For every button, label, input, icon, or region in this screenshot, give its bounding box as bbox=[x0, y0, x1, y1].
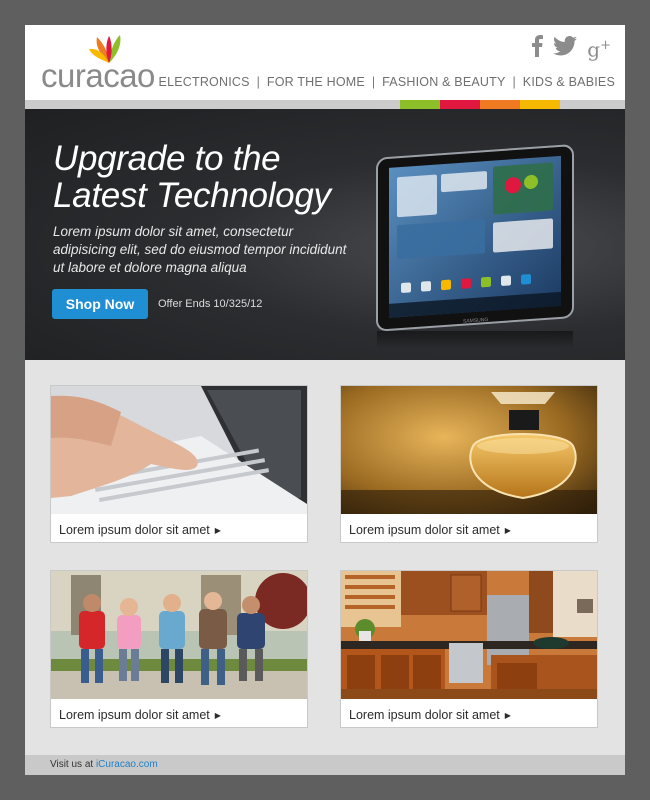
arrow-right-icon: ▶ bbox=[214, 711, 221, 720]
stripe-green bbox=[400, 100, 440, 109]
brand-logo[interactable]: curacao bbox=[41, 33, 176, 95]
kitchen-image bbox=[341, 571, 597, 699]
stripe-orange bbox=[480, 100, 520, 109]
nav-item-kids-babies[interactable]: KIDS & BABIES bbox=[523, 75, 615, 89]
arrow-right-icon: ▶ bbox=[504, 526, 511, 535]
email-container: curacao g+ ELECTRONICS | FOR THE HOME | … bbox=[25, 25, 625, 775]
arrow-right-icon: ▶ bbox=[214, 526, 221, 535]
card-caption[interactable]: Lorem ipsum dolor sit amet ▶ bbox=[59, 523, 221, 537]
card-caption-text: Lorem ipsum dolor sit amet bbox=[59, 523, 210, 537]
footer: Visit us at iCuracao.com bbox=[25, 755, 625, 775]
footer-prefix: Visit us at bbox=[50, 759, 94, 770]
card-caption-text: Lorem ipsum dolor sit amet bbox=[349, 708, 500, 722]
google-plus-icon[interactable]: g+ bbox=[587, 35, 611, 61]
hero-title: Upgrade to the Latest Technology bbox=[53, 140, 373, 214]
card-caption[interactable]: Lorem ipsum dolor sit amet ▶ bbox=[349, 708, 511, 722]
card-caption[interactable]: Lorem ipsum dolor sit amet ▶ bbox=[349, 523, 511, 537]
product-card-perfume[interactable]: Lorem ipsum dolor sit amet ▶ bbox=[340, 385, 598, 543]
nav-separator: | bbox=[512, 75, 516, 89]
stripe-red bbox=[440, 100, 480, 109]
hero-description: Lorem ipsum dolor sit amet, consectetur … bbox=[53, 224, 347, 275]
hero-title-line-2: Latest Technology bbox=[53, 176, 331, 215]
footer-website-link[interactable]: iCuracao.com bbox=[96, 759, 158, 770]
kids-image bbox=[51, 571, 307, 699]
social-links: g+ bbox=[531, 34, 611, 62]
tablet-image[interactable]: SAMSUNG bbox=[373, 131, 577, 349]
color-stripe bbox=[25, 100, 625, 109]
arrow-right-icon: ▶ bbox=[504, 711, 511, 720]
card-caption-text: Lorem ipsum dolor sit amet bbox=[59, 708, 210, 722]
nav-item-electronics[interactable]: ELECTRONICS bbox=[159, 75, 250, 89]
product-card-kids[interactable]: Lorem ipsum dolor sit amet ▶ bbox=[50, 570, 308, 728]
twitter-icon[interactable] bbox=[553, 35, 578, 61]
facebook-icon[interactable] bbox=[531, 34, 544, 62]
product-card-kitchen[interactable]: Lorem ipsum dolor sit amet ▶ bbox=[340, 570, 598, 728]
hero-banner: Upgrade to the Latest Technology Lorem i… bbox=[25, 109, 625, 360]
product-card-laptop[interactable]: Lorem ipsum dolor sit amet ▶ bbox=[50, 385, 308, 543]
logo-wordmark: curacao bbox=[41, 57, 155, 94]
offer-text: Offer Ends 10/325/12 bbox=[158, 298, 263, 310]
nav-separator: | bbox=[371, 75, 376, 89]
nav-separator: | bbox=[256, 75, 260, 89]
perfume-image bbox=[341, 386, 597, 514]
card-caption[interactable]: Lorem ipsum dolor sit amet ▶ bbox=[59, 708, 221, 722]
main-nav: ELECTRONICS | FOR THE HOME | FASHION & B… bbox=[159, 75, 615, 89]
stripe-yellow bbox=[520, 100, 560, 109]
footer-text: Visit us at iCuracao.com bbox=[50, 755, 158, 775]
shop-now-button[interactable]: Shop Now bbox=[52, 289, 148, 319]
header: curacao g+ ELECTRONICS | FOR THE HOME | … bbox=[25, 25, 625, 100]
laptop-image bbox=[51, 386, 307, 514]
card-caption-text: Lorem ipsum dolor sit amet bbox=[349, 523, 500, 537]
hero-title-line-1: Upgrade to the bbox=[53, 139, 281, 178]
nav-item-fashion-beauty[interactable]: FASHION & BEAUTY bbox=[382, 75, 505, 89]
nav-item-for-the-home[interactable]: FOR THE HOME bbox=[267, 75, 365, 89]
